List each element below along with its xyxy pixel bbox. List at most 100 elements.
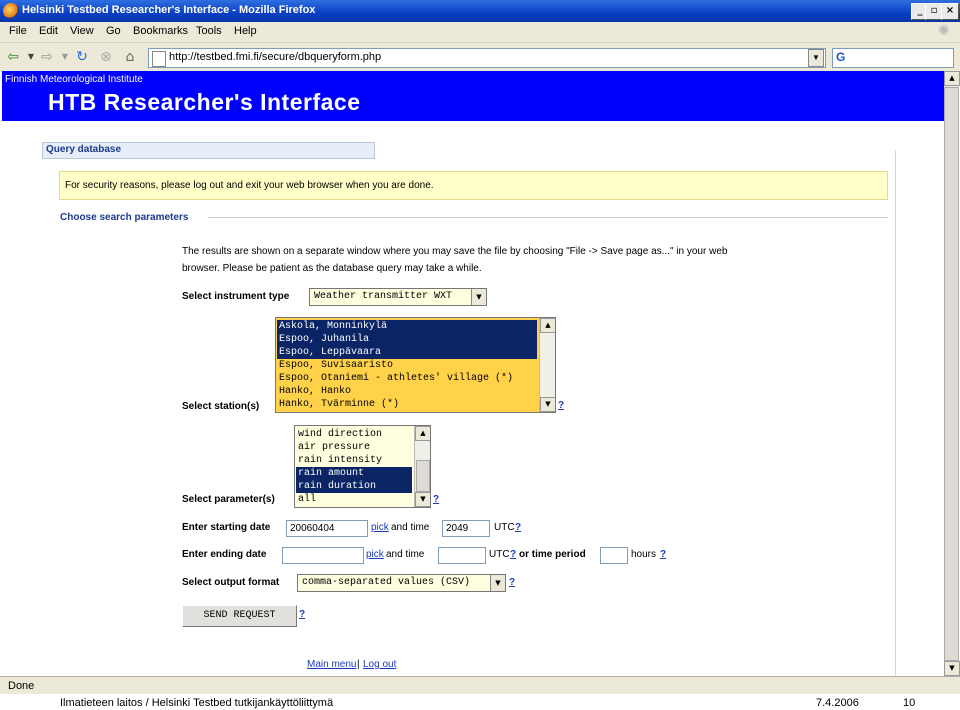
parameter-option[interactable]: rain duration [296, 480, 412, 493]
hours-help-link[interactable]: ? [660, 549, 666, 560]
instrument-select[interactable]: Weather transmitter WXT ▼ [309, 288, 487, 306]
end-help-link[interactable]: ? [510, 549, 516, 560]
search-box[interactable]: G [832, 48, 954, 68]
end-date-label: Enter ending date [182, 549, 267, 560]
footer-date: 7.4.2006 [816, 697, 859, 709]
footer-caption: Ilmatieteen laitos / Helsinki Testbed tu… [60, 697, 334, 709]
page-icon [152, 51, 166, 67]
start-pick-link[interactable]: pick [371, 522, 389, 533]
page-scrollbar[interactable]: ▲ ▼ [944, 71, 960, 676]
station-help-link[interactable]: ? [558, 400, 564, 411]
address-bar[interactable]: http://testbed.fmi.fi/secure/dbqueryform… [148, 48, 826, 68]
section-title: Query database [46, 144, 122, 155]
station-scrollbar[interactable]: ▲ ▼ [539, 318, 555, 412]
site-banner: Finnish Meteorological Institute HTB Res… [2, 71, 944, 121]
end-date-input[interactable] [282, 547, 364, 564]
station-option[interactable]: Espoo, Otaniemi - athletes' village (*) [277, 372, 513, 385]
intro-text-1: The results are shown on a separate wind… [182, 246, 728, 257]
parameter-help-link[interactable]: ? [433, 494, 439, 505]
firefox-icon [3, 3, 19, 19]
parameter-option[interactable]: wind direction [296, 428, 382, 441]
google-search-icon: G [836, 50, 846, 64]
menu-view[interactable]: View [70, 25, 94, 37]
scroll-up-icon[interactable]: ▲ [415, 426, 430, 441]
scroll-down-icon[interactable]: ▼ [415, 492, 430, 507]
forward-icon[interactable]: ⇨ [38, 48, 56, 66]
menu-bar: File Edit View Go Bookmarks Tools Help ✺ [0, 22, 960, 43]
window-title-bar: Helsinki Testbed Researcher's Interface … [0, 0, 960, 22]
security-notice: For security reasons, please log out and… [59, 171, 888, 200]
menu-go[interactable]: Go [106, 25, 121, 37]
station-option[interactable]: Espoo, Leppävaara [277, 346, 537, 359]
back-icon[interactable]: ⇦ [4, 48, 22, 66]
station-listbox[interactable]: Askola, Monninkylä Espoo, Juhanila Espoo… [275, 317, 556, 413]
close-button[interactable]: × [941, 3, 959, 20]
main-menu-link[interactable]: Main menu [307, 659, 356, 670]
divider [208, 217, 888, 218]
scroll-up-icon[interactable]: ▲ [540, 318, 555, 333]
end-time-input[interactable] [438, 547, 486, 564]
start-help-link[interactable]: ? [515, 522, 521, 533]
page-scroll-thumb[interactable] [944, 87, 959, 661]
frame-border [895, 150, 896, 676]
start-date-label: Enter starting date [182, 522, 271, 533]
menu-bookmarks[interactable]: Bookmarks [133, 25, 188, 37]
url-text: http://testbed.fmi.fi/secure/dbqueryform… [169, 51, 382, 63]
station-option[interactable]: Hanko, Hanko [277, 385, 351, 398]
instrument-value: Weather transmitter WXT [314, 291, 453, 302]
send-request-button[interactable]: SEND REQUEST [182, 605, 297, 627]
station-option[interactable]: Hanko, Tvärminne (*) [277, 398, 399, 411]
parameter-listbox[interactable]: wind direction air pressure rain intensi… [294, 425, 431, 508]
address-dropdown-icon[interactable]: ▼ [808, 49, 824, 67]
parameter-option[interactable]: air pressure [296, 441, 370, 454]
menu-edit[interactable]: Edit [39, 25, 58, 37]
parameter-label: Select parameter(s) [182, 494, 275, 505]
hours-input[interactable] [600, 547, 628, 564]
parameter-option[interactable]: rain amount [296, 467, 412, 480]
reload-icon[interactable]: ↻ [73, 48, 91, 66]
output-format-select[interactable]: comma-separated values (CSV) ▼ [297, 574, 506, 592]
scroll-down-icon[interactable]: ▼ [944, 661, 960, 676]
params-title: Choose search parameters [60, 212, 189, 223]
throbber-icon: ✺ [938, 23, 950, 39]
chevron-down-icon[interactable]: ▼ [490, 575, 505, 591]
time-period-text: or time period [519, 549, 586, 560]
scroll-thumb[interactable] [416, 460, 430, 492]
instrument-label: Select instrument type [182, 291, 290, 302]
scroll-up-icon[interactable]: ▲ [944, 71, 960, 86]
hours-text: hours [631, 549, 657, 560]
station-option[interactable]: Espoo, Juhanila [277, 333, 537, 346]
start-time-value: 2049 [446, 523, 469, 534]
station-label: Select station(s) [182, 401, 260, 412]
log-out-link[interactable]: Log out [363, 659, 396, 670]
chevron-down-icon[interactable]: ▼ [471, 289, 486, 305]
format-help-link[interactable]: ? [509, 577, 515, 588]
menu-help[interactable]: Help [234, 25, 257, 37]
parameter-option[interactable]: all [296, 493, 316, 506]
status-text: Done [8, 680, 35, 692]
start-time-input[interactable]: 2049 [442, 520, 490, 537]
end-and-time-text: and time [386, 549, 425, 560]
parameter-scrollbar[interactable]: ▲ ▼ [414, 426, 430, 507]
stop-icon[interactable]: ⊗ [97, 48, 115, 66]
parameter-option[interactable]: rain intensity [296, 454, 382, 467]
menu-file[interactable]: File [9, 25, 27, 37]
station-option[interactable]: Espoo, Suvisaaristo [277, 359, 393, 372]
output-format-label: Select output format [182, 577, 280, 588]
end-pick-link[interactable]: pick [366, 549, 384, 560]
intro-text-2: browser. Please be patient as the databa… [182, 263, 482, 274]
page-heading: HTB Researcher's Interface [48, 89, 361, 115]
start-utc-text: UTC [494, 522, 515, 533]
forward-dropdown-icon[interactable]: ▼ [56, 48, 74, 66]
start-and-time-text: and time [391, 522, 430, 533]
scroll-down-icon[interactable]: ▼ [540, 397, 555, 412]
status-bar: Done [0, 676, 960, 695]
section-tab: Query database [42, 142, 375, 159]
notice-text: For security reasons, please log out and… [65, 180, 434, 191]
home-icon[interactable]: ⌂ [121, 48, 139, 66]
page-content: Finnish Meteorological Institute HTB Res… [2, 71, 944, 676]
send-help-link[interactable]: ? [299, 609, 305, 620]
menu-tools[interactable]: Tools [196, 25, 222, 37]
station-option[interactable]: Askola, Monninkylä [277, 320, 537, 333]
start-date-input[interactable]: 20060404 [286, 520, 368, 537]
